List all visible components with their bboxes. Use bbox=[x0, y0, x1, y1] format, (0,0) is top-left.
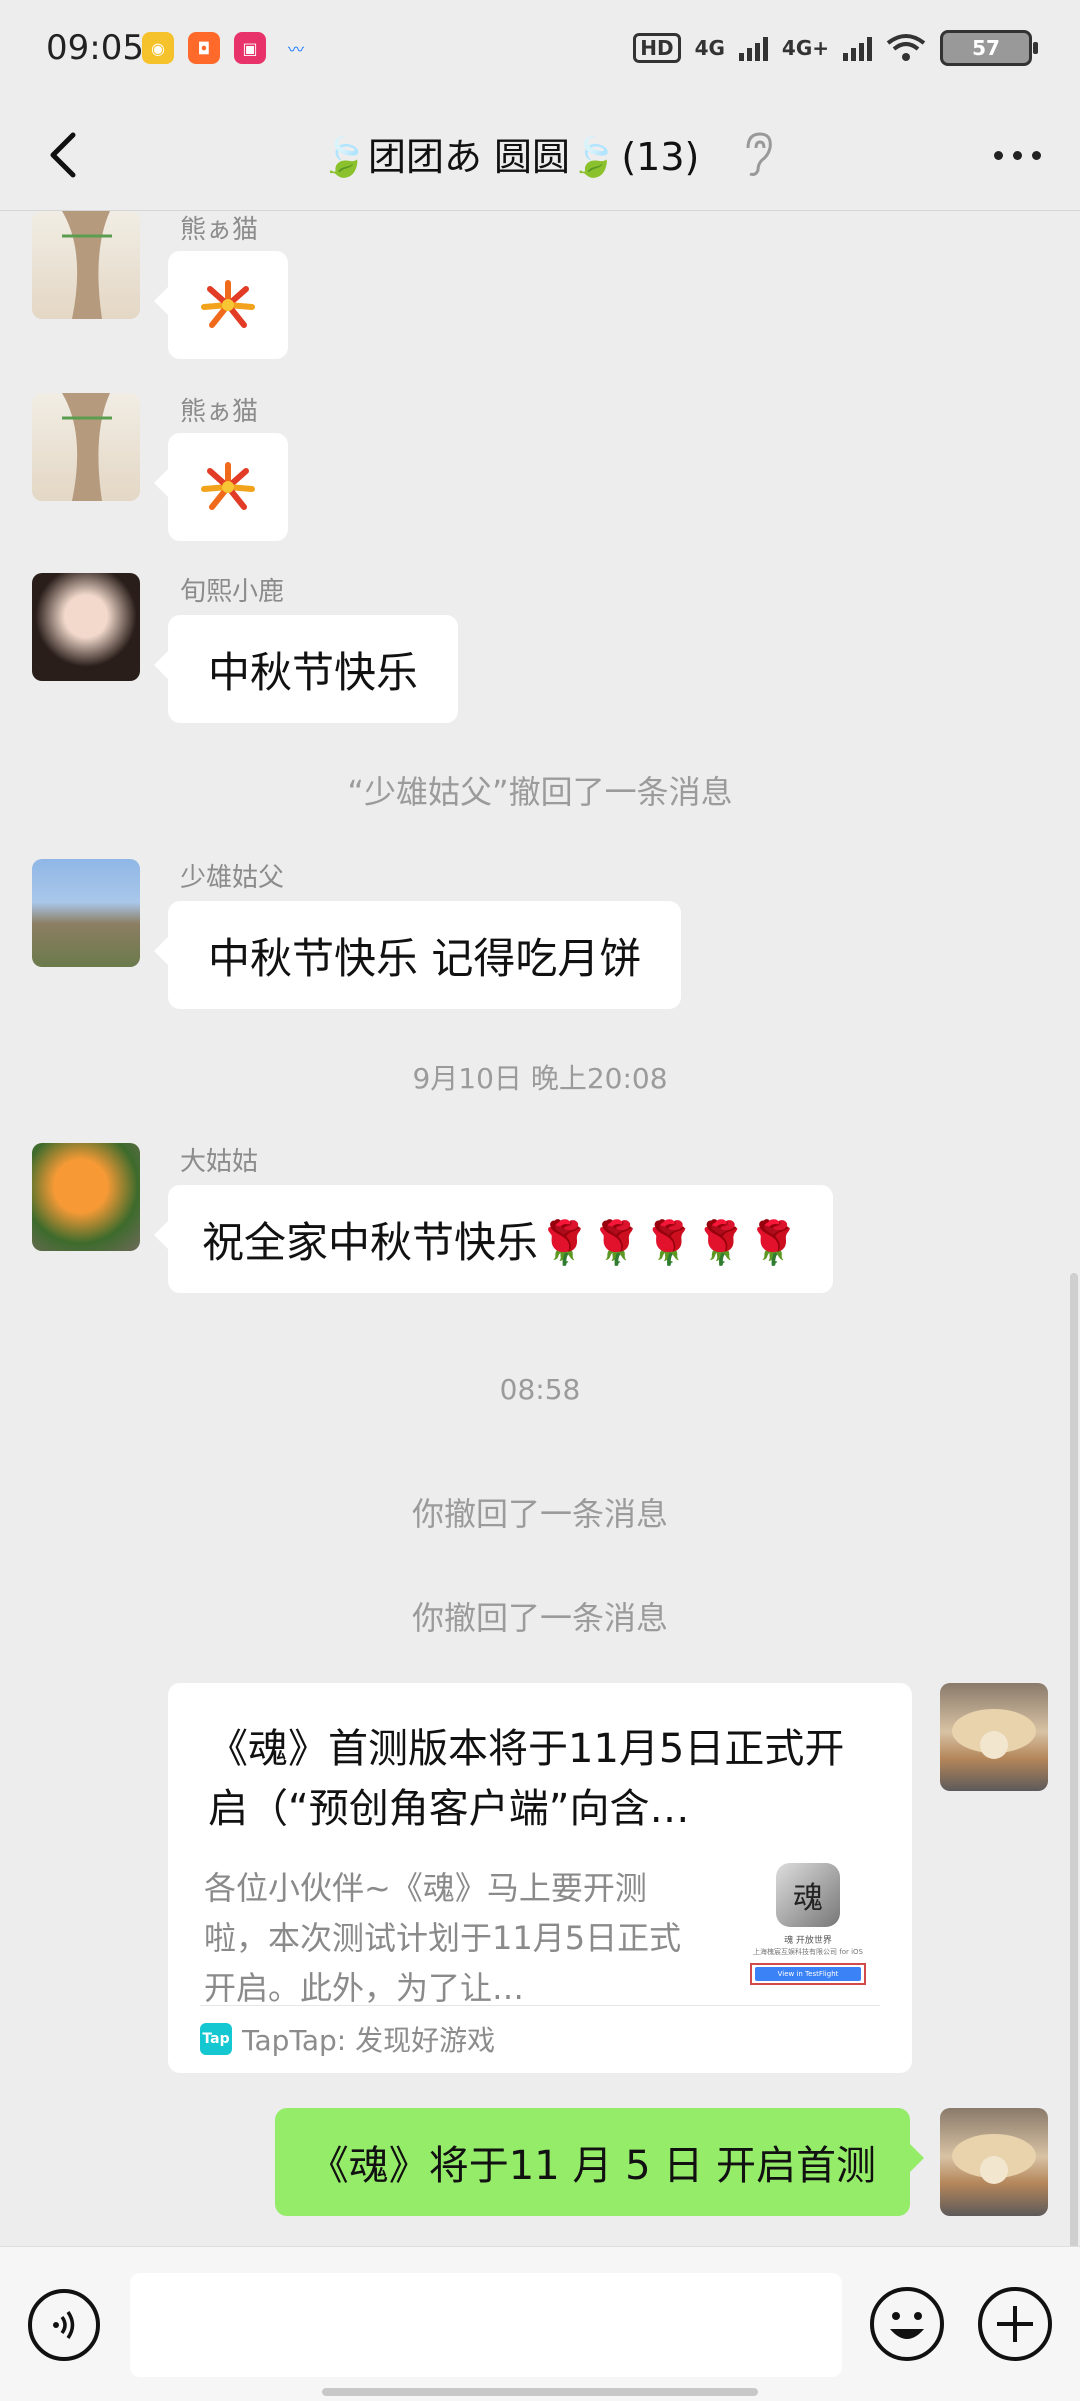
system-message: 你撤回了一条消息 bbox=[411, 1599, 668, 1637]
system-message: “少雄姑父”撤回了一条消息 bbox=[347, 773, 733, 811]
plus-icon bbox=[997, 2306, 1033, 2342]
chat-header: 🍃团团あ 圆圆🍃 (13) bbox=[0, 100, 1080, 211]
chat-title: 🍃团团あ 圆圆🍃 (13) bbox=[200, 126, 820, 181]
network-label-2: 4G+ bbox=[781, 36, 829, 60]
status-indicators: HD 4G 4G+ 57 bbox=[633, 30, 1038, 66]
app-icon: ◘ bbox=[188, 32, 220, 64]
sender-name: 熊ぁ猫 bbox=[180, 215, 259, 245]
timestamp: 9月10日 晚上20:08 bbox=[412, 1062, 668, 1095]
more-functions-button[interactable] bbox=[978, 2287, 1052, 2361]
dot-icon bbox=[993, 150, 1003, 160]
avatar[interactable] bbox=[32, 393, 140, 501]
my-avatar[interactable] bbox=[940, 1683, 1048, 1791]
dot-icon bbox=[1031, 150, 1041, 160]
more-options-button[interactable] bbox=[982, 130, 1052, 180]
thumb-app-name: 魂 开放世界 bbox=[784, 1936, 832, 1946]
status-bar: 09:05 ◉ ◘ ▣ 〰 HD 4G 4G+ 57 bbox=[0, 0, 1080, 100]
wifi-icon bbox=[886, 34, 926, 61]
link-card[interactable]: 《魂》首测版本将于11月5日正式开启（“预创角客户端”向含… 各位小伙伴~《魂》… bbox=[168, 1683, 912, 2073]
taptap-icon: Tap bbox=[200, 2023, 232, 2055]
link-card-title: 《魂》首测版本将于11月5日正式开启（“预创角客户端”向含… bbox=[208, 1726, 845, 1832]
voice-icon bbox=[53, 2311, 75, 2339]
network-label-1: 4G bbox=[694, 36, 725, 60]
hd-icon: HD bbox=[633, 33, 681, 63]
back-button[interactable] bbox=[30, 122, 96, 188]
timestamp: 08:58 bbox=[499, 1373, 581, 1406]
thumb-button-frame: View in TestFlight bbox=[750, 1963, 866, 1985]
signal-icon bbox=[843, 35, 872, 61]
sender-name: 熊ぁ猫 bbox=[180, 397, 259, 427]
firework-sticker-icon bbox=[201, 462, 255, 510]
weibo-icon: ◉ bbox=[142, 32, 174, 64]
scrollbar[interactable] bbox=[1070, 1273, 1078, 2246]
message-list[interactable]: 熊ぁ猫 熊ぁ猫 旬熙小鹿 中秋节快乐 “少雄姑父”撤回了一条消息 少雄姑父 中秋… bbox=[0, 211, 1080, 2246]
avatar[interactable] bbox=[32, 211, 140, 319]
link-card-thumbnail: 魂 魂 开放世界 上海槐宸互娱科技有限公司 for iOS View in Te… bbox=[738, 1863, 878, 2003]
chevron-left-icon bbox=[50, 132, 76, 178]
link-card-source: Tap TapTap: 发现好游戏 bbox=[200, 2019, 495, 2059]
home-indicator[interactable] bbox=[322, 2388, 758, 2396]
signal-icon bbox=[738, 35, 768, 61]
avatar-image bbox=[952, 2134, 1036, 2184]
thumb-publisher: 上海槐宸互娱科技有限公司 for iOS bbox=[753, 1948, 863, 1956]
member-count: (13) bbox=[621, 135, 700, 179]
notification-icons: ◉ ◘ ▣ 〰 bbox=[142, 32, 312, 64]
battery-icon: 57 bbox=[940, 30, 1038, 66]
cloud-icon: 〰 bbox=[287, 40, 304, 59]
thumb-testflight-button: View in TestFlight bbox=[755, 1967, 861, 1981]
link-card-description: 各位小伙伴~《魂》马上要开测啦，本次测试计划于11月5日正式开启。此外，为了让… bbox=[204, 1869, 682, 2007]
avatar[interactable] bbox=[32, 573, 140, 681]
message-bubble[interactable]: 中秋节快乐 bbox=[153, 615, 459, 723]
avatar-image bbox=[62, 393, 112, 501]
emoji-button[interactable] bbox=[870, 2287, 944, 2361]
group-name: 🍃团团あ 圆圆🍃 bbox=[320, 135, 618, 179]
sender-name: 旬熙小鹿 bbox=[180, 577, 285, 607]
mute-ear-icon bbox=[746, 132, 772, 176]
smiley-icon bbox=[890, 2312, 924, 2339]
avatar[interactable] bbox=[32, 1143, 140, 1251]
message-input[interactable] bbox=[130, 2273, 842, 2377]
voice-button[interactable] bbox=[28, 2289, 100, 2361]
system-message: 你撤回了一条消息 bbox=[411, 1495, 668, 1533]
firework-sticker-icon bbox=[201, 280, 255, 328]
tv-icon: ▣ bbox=[234, 32, 266, 64]
avatar-image bbox=[952, 1709, 1036, 1759]
message-bubble[interactable]: 祝全家中秋节快乐🌹🌹🌹🌹🌹 bbox=[153, 1185, 834, 1293]
sticker-bubble[interactable] bbox=[154, 251, 288, 359]
avatar[interactable] bbox=[32, 859, 140, 967]
message-bubble[interactable]: 中秋节快乐 记得吃月饼 bbox=[153, 901, 682, 1009]
my-avatar[interactable] bbox=[940, 2108, 1048, 2216]
status-time: 09:05 bbox=[46, 28, 144, 68]
input-bar bbox=[0, 2246, 1080, 2401]
avatar-image bbox=[62, 211, 112, 319]
sticker-bubble[interactable] bbox=[154, 433, 288, 541]
game-app-icon: 魂 bbox=[776, 1863, 840, 1927]
dot-icon bbox=[1012, 150, 1022, 160]
sender-name: 少雄姑父 bbox=[180, 863, 285, 893]
source-label: TapTap: 发现好游戏 bbox=[242, 2024, 496, 2057]
my-message-bubble[interactable]: 《魂》将于11 月 5 日 开启首测 bbox=[274, 2108, 925, 2216]
sender-name: 大姑姑 bbox=[180, 1147, 259, 1177]
divider bbox=[200, 2005, 880, 2006]
